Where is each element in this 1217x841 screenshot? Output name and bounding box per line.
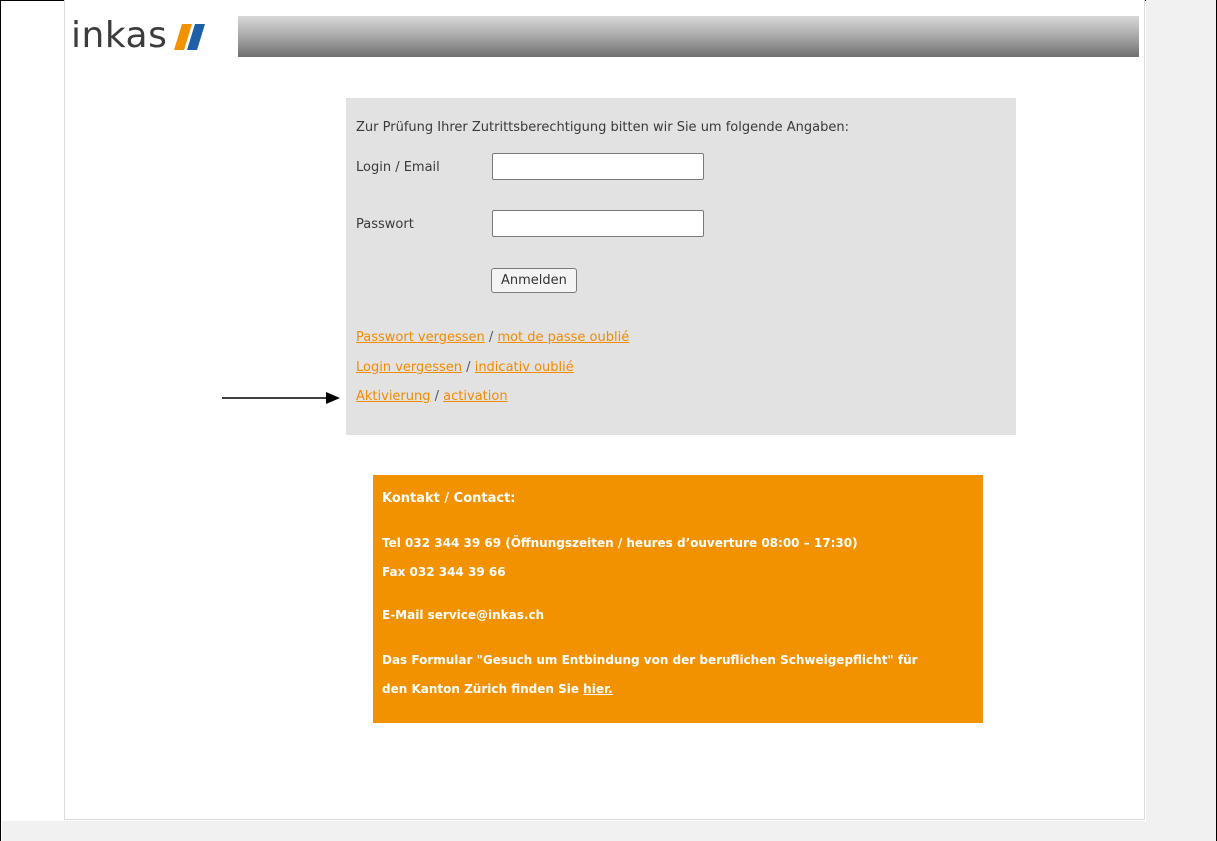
activation-links: Aktivierung / activation: [356, 389, 508, 404]
indicativ-oublie-link[interactable]: indicativ oublié: [475, 360, 574, 375]
forgot-password-links: Passwort vergessen / mot de passe oublié: [356, 330, 629, 345]
forgot-login-links: Login vergessen / indicativ oublié: [356, 360, 574, 375]
contact-email: E-Mail service@inkas.ch: [382, 608, 545, 622]
contact-form-text-prefix: den Kanton Zürich finden Sie: [382, 682, 584, 696]
bottom-background: [2, 821, 1215, 841]
logo-slashes-icon: [174, 24, 206, 50]
activation-link[interactable]: activation: [443, 389, 507, 404]
inkas-logo: inkas: [71, 14, 209, 58]
aktivierung-link[interactable]: Aktivierung: [356, 389, 431, 404]
login-email-label: Login / Email: [356, 160, 440, 175]
login-email-input[interactable]: [492, 153, 704, 180]
header-banner: [238, 16, 1139, 57]
login-vergessen-link[interactable]: Login vergessen: [356, 360, 462, 375]
hier-link[interactable]: hier.: [583, 682, 613, 696]
contact-panel: Kontakt / Contact: Tel 032 344 39 69 (Öf…: [373, 475, 983, 723]
pointer-arrow-icon: [222, 392, 340, 404]
link-separator: /: [430, 389, 444, 404]
password-input[interactable]: [492, 210, 704, 237]
link-separator: /: [484, 330, 498, 345]
login-intro-text: Zur Prüfung Ihrer Zutrittsberechtigung b…: [356, 120, 849, 135]
password-label: Passwort: [356, 217, 414, 232]
login-form-panel: Zur Prüfung Ihrer Zutrittsberechtigung b…: [346, 98, 1016, 435]
contact-form-text-line1: Das Formular "Gesuch um Entbindung von d…: [382, 653, 918, 667]
contact-title: Kontakt / Contact:: [382, 491, 516, 506]
contact-form-text-line2: den Kanton Zürich finden Sie hier.: [382, 682, 613, 696]
passwort-vergessen-link[interactable]: Passwort vergessen: [356, 330, 485, 345]
anmelden-button[interactable]: Anmelden: [491, 268, 577, 293]
logo-text: inkas: [71, 15, 168, 56]
contact-phone: Tel 032 344 39 69 (Öffnungszeiten / heur…: [382, 536, 858, 550]
mot-de-passe-oublie-link[interactable]: mot de passe oublié: [497, 330, 629, 345]
link-separator: /: [462, 360, 475, 375]
contact-fax: Fax 032 344 39 66: [382, 565, 506, 579]
right-background: [1146, 0, 1216, 841]
